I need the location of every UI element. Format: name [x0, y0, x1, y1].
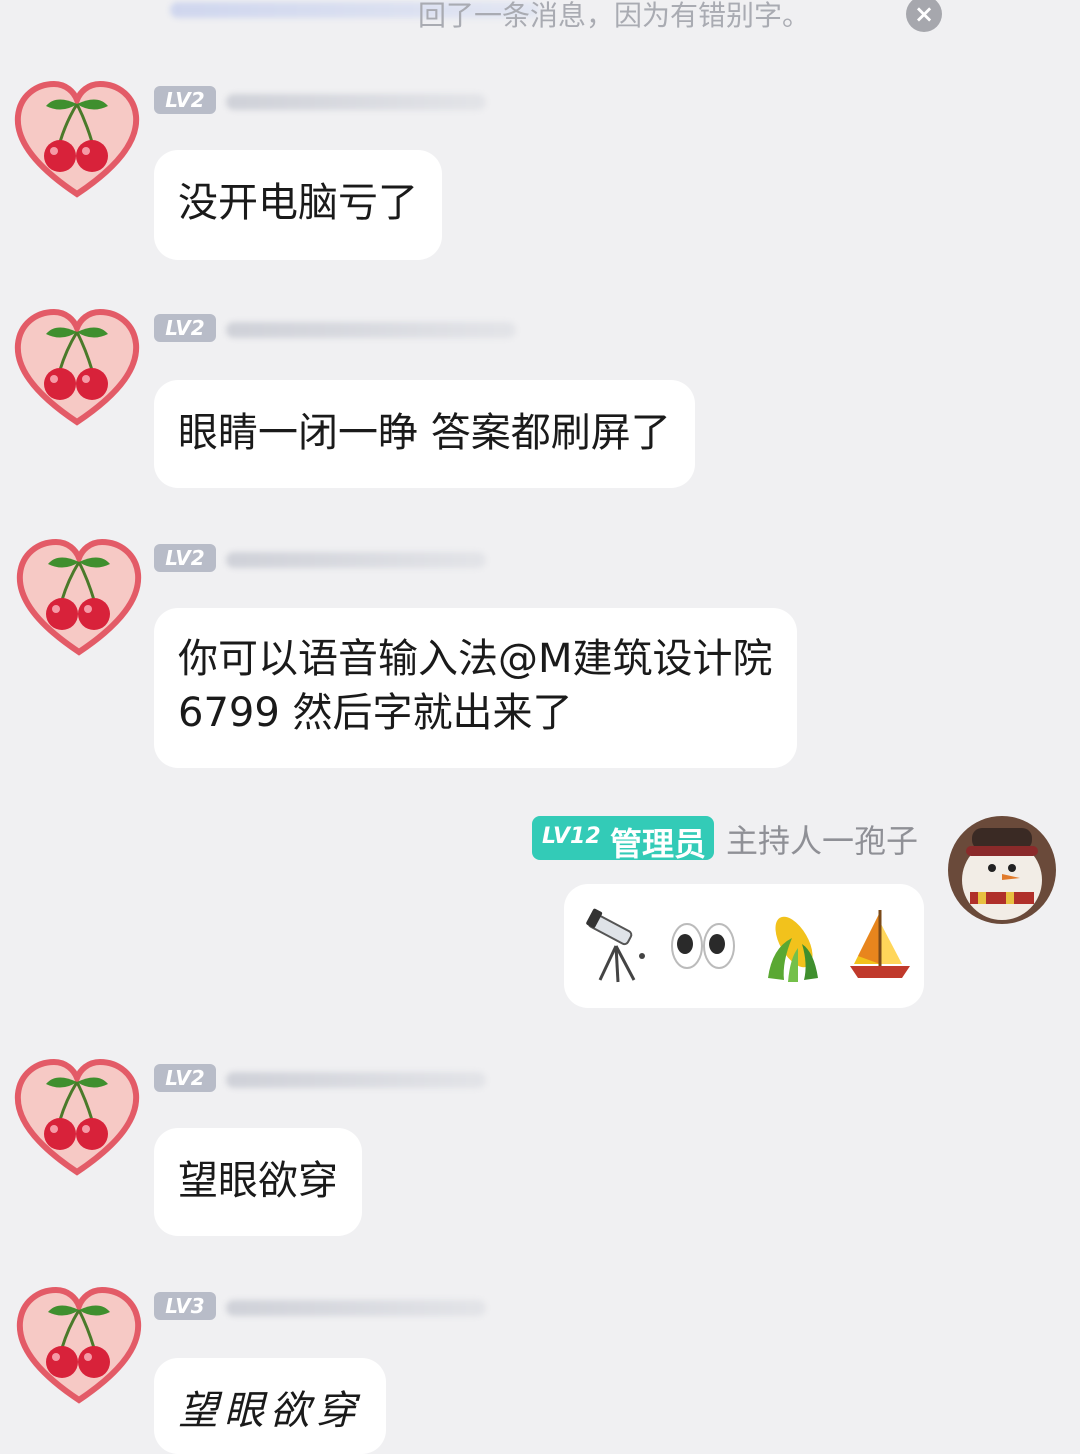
message-bubble[interactable]: 望眼欲穿 [154, 1128, 362, 1236]
avatar-cherry-heart[interactable] [12, 1054, 142, 1184]
admin-badge: LV12 管理员 [532, 816, 714, 863]
message-line: 6799 然后字就出来了 [178, 690, 573, 736]
username-blurred[interactable] [226, 322, 516, 338]
avatar-cherry-heart[interactable] [14, 534, 144, 664]
username-blurred[interactable] [226, 1072, 486, 1088]
eyes-emoji [671, 923, 735, 969]
telescope-emoji [586, 908, 645, 983]
username-blurred[interactable] [226, 94, 486, 110]
avatar-cherry-heart[interactable] [12, 304, 142, 434]
corn-emoji [768, 916, 818, 982]
level-badge: LV2 [154, 86, 216, 114]
admin-role: 管理员 [610, 825, 707, 863]
avatar-cherry-heart[interactable] [14, 1282, 144, 1412]
username-blurred[interactable] [226, 552, 486, 568]
level-badge: LV2 [154, 544, 216, 572]
message-bubble[interactable]: 眼睛一闭一睁 答案都刷屏了 [154, 380, 695, 488]
level-badge: LV3 [154, 1292, 216, 1320]
sailboat-emoji [850, 910, 910, 978]
message-line: 你可以语音输入法@M建筑设计院 [178, 636, 773, 682]
emoji-message-bubble[interactable] [564, 884, 924, 1008]
close-icon[interactable]: × [906, 0, 942, 32]
admin-level: LV12 [542, 824, 601, 849]
recall-notice: 回了一条消息，因为有错别字。 × [130, 0, 960, 32]
level-badge: LV2 [154, 314, 216, 342]
notice-text: 回了一条消息，因为有错别字。 [418, 0, 811, 32]
avatar-snowman[interactable] [948, 816, 1056, 924]
message-bubble[interactable]: 没开电脑亏了 [154, 150, 442, 260]
message-bubble[interactable]: 望眼欲穿 [154, 1358, 386, 1454]
message-bubble[interactable]: 你可以语音输入法@M建筑设计院 6799 然后字就出来了 [154, 608, 797, 768]
admin-username[interactable]: 主持人一孢子 [726, 816, 918, 862]
username-blurred[interactable] [226, 1300, 486, 1316]
level-badge: LV2 [154, 1064, 216, 1092]
avatar-cherry-heart[interactable] [12, 76, 142, 206]
